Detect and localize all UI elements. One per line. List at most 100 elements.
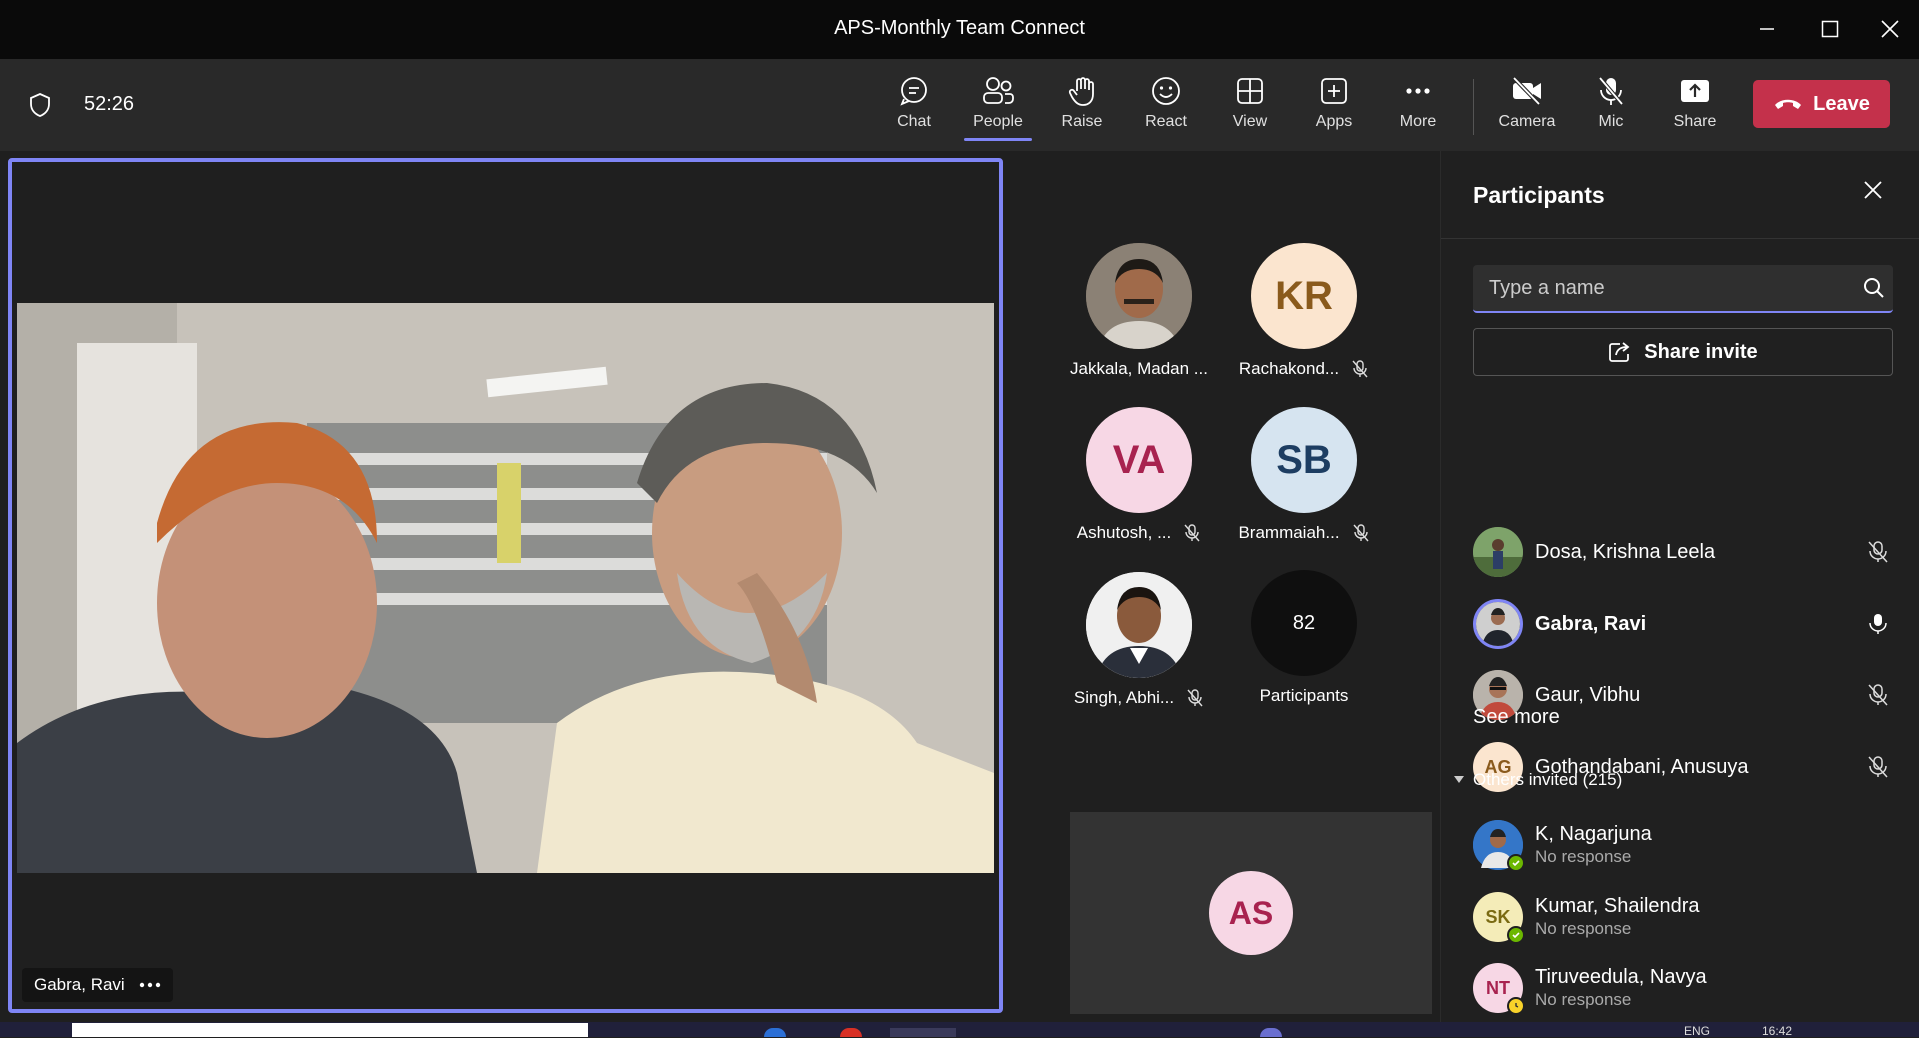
language-indicator[interactable]: ENG (1684, 1024, 1710, 1038)
share-invite-button[interactable]: Share invite (1473, 328, 1893, 376)
participant-tile[interactable]: KR Rachakond... (1229, 243, 1379, 393)
invited-row[interactable]: K, Nagarjuna No response (1473, 816, 1893, 874)
others-invited-section-toggle[interactable]: Others invited (215) (1453, 770, 1622, 790)
participant-tile[interactable]: Jakkala, Madan ... (1064, 243, 1214, 393)
shield-icon (30, 93, 50, 117)
leave-button[interactable]: Leave (1753, 80, 1890, 128)
minimize-button[interactable] (1745, 10, 1789, 48)
invited-row[interactable]: NT Tiruveedula, Navya No response (1473, 959, 1893, 1017)
spotlight-video[interactable]: Gabra, Ravi (8, 158, 1003, 1013)
avatar (1086, 243, 1192, 349)
avatar-initials: NT (1486, 977, 1510, 998)
tile-name: Rachakond... (1239, 359, 1369, 379)
participant-count: 82 (1251, 570, 1357, 676)
mic-button[interactable]: Mic (1571, 71, 1651, 143)
response-status: No response (1535, 919, 1632, 938)
check-icon (1512, 932, 1520, 939)
react-button[interactable]: React (1126, 71, 1206, 143)
taskbar-app-icon[interactable] (1260, 1028, 1282, 1037)
share-icon (1609, 342, 1630, 362)
participant-tile[interactable]: SB Brammaiah... (1229, 407, 1379, 557)
person-photo-icon (1473, 527, 1523, 577)
close-panel-button[interactable] (1861, 178, 1885, 207)
grid-icon (1237, 78, 1263, 104)
mic-off-icon (1868, 756, 1888, 778)
taskbar-app-icon[interactable] (840, 1028, 862, 1037)
view-button[interactable]: View (1210, 71, 1290, 143)
share-label: Share (1673, 113, 1717, 130)
camera-button[interactable]: Camera (1487, 71, 1567, 143)
more-button[interactable]: More (1378, 71, 1458, 143)
others-invited-label: Others invited (215) (1473, 770, 1623, 789)
panel-title: Participants (1473, 182, 1605, 208)
minimize-icon (1760, 28, 1774, 30)
ellipsis-icon (1406, 88, 1430, 94)
avatar: VA (1086, 407, 1192, 513)
invited-row[interactable]: SK Kumar, Shailendra No response (1473, 888, 1893, 946)
avatar-initials: SK (1485, 906, 1511, 927)
participant-name: Gabra, Ravi (1535, 612, 1647, 635)
away-status-badge (1507, 997, 1525, 1015)
participants-panel: Participants Share invite Dosa, Krishna … (1440, 151, 1919, 1022)
taskbar-app-active[interactable] (890, 1028, 956, 1037)
chat-label: Chat (897, 113, 931, 130)
phone-hangup-icon (1775, 99, 1802, 109)
meeting-info-button[interactable] (28, 92, 52, 123)
tile-name: Singh, Abhi... (1074, 688, 1204, 708)
response-status: No response (1535, 990, 1632, 1009)
participants-overflow-tile[interactable]: 82 Participants (1229, 570, 1379, 720)
mic-status (1863, 540, 1893, 564)
share-invite-label: Share invite (1644, 340, 1758, 363)
mic-off-icon (1187, 689, 1203, 707)
response-status: No response (1535, 847, 1632, 866)
chat-button[interactable]: Chat (874, 71, 954, 143)
participant-name: K, Nagarjuna (1535, 823, 1652, 845)
participant-row[interactable]: Gabra, Ravi (1473, 596, 1893, 652)
clock[interactable]: 16:42 (1762, 1024, 1792, 1038)
share-button[interactable]: Share (1655, 71, 1735, 143)
mic-on-icon (1869, 614, 1887, 634)
invited-info: Kumar, Shailendra No response (1535, 895, 1700, 939)
view-label: View (1232, 113, 1268, 130)
search-input[interactable] (1473, 265, 1843, 311)
close-icon (1881, 20, 1899, 38)
apps-button[interactable]: Apps (1294, 71, 1374, 143)
participant-tile[interactable]: VA Ashutosh, ... (1064, 407, 1214, 557)
mic-off-icon (1598, 76, 1624, 106)
participant-row[interactable]: Dosa, Krishna Leela (1473, 524, 1893, 580)
taskbar-app-icon[interactable] (764, 1028, 786, 1037)
divider (1441, 238, 1919, 239)
meeting-timer: 52:26 (84, 93, 135, 115)
people-icon (983, 77, 1014, 104)
person-photo-icon (1086, 243, 1192, 349)
mic-off-icon (1184, 524, 1200, 542)
maximize-button[interactable] (1808, 10, 1852, 48)
raise-label: Raise (1061, 113, 1103, 130)
title-bar: APS-Monthly Team Connect (0, 0, 1919, 59)
raise-hand-button[interactable]: Raise (1042, 71, 1122, 143)
mic-off-icon (1868, 684, 1888, 706)
close-icon (1864, 181, 1882, 199)
leave-label: Leave (1813, 92, 1870, 115)
camera-off-icon (1512, 76, 1541, 106)
available-status-badge (1507, 854, 1525, 872)
people-button[interactable]: People (958, 71, 1038, 143)
plus-box-icon (1321, 78, 1347, 104)
self-preview-tile[interactable]: AS (1070, 812, 1432, 1014)
search-box (1473, 265, 1893, 313)
mic-status (1863, 755, 1893, 779)
hand-icon (1068, 77, 1094, 106)
search-icon[interactable] (1863, 277, 1885, 299)
see-more-link[interactable]: See more (1473, 706, 1560, 729)
participant-tile[interactable]: Singh, Abhi... (1064, 572, 1214, 722)
meeting-toolbar: 52:26 Chat People Raise React View Apps … (0, 59, 1919, 151)
close-window-button[interactable] (1868, 10, 1912, 48)
participant-name: Gaur, Vibhu (1535, 683, 1641, 706)
mic-status (1863, 683, 1893, 707)
avatar: AS (1209, 871, 1293, 955)
avatar: NT (1473, 963, 1525, 1015)
mic-off-icon (1353, 524, 1369, 542)
ellipsis-icon[interactable] (139, 982, 161, 988)
participant-name: Dosa, Krishna Leela (1535, 540, 1716, 563)
taskbar-search-box[interactable] (72, 1023, 588, 1037)
